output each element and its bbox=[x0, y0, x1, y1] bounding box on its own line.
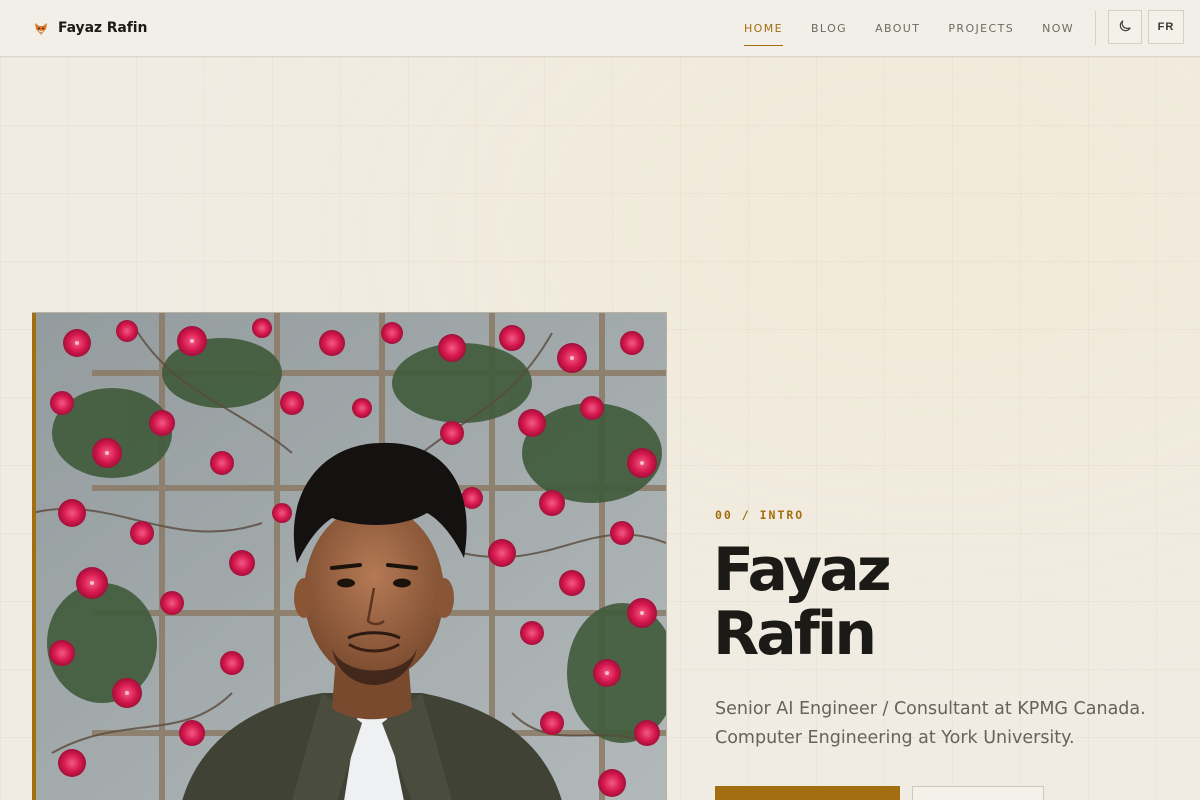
main-nav: HOME BLOG ABOUT PROJECTS NOW bbox=[730, 0, 1088, 56]
section-eyebrow: 00 / INTRO bbox=[715, 508, 805, 522]
secondary-cta-button[interactable] bbox=[912, 786, 1044, 800]
hero-portrait bbox=[32, 312, 667, 800]
tagline-education: Computer Engineering at York University. bbox=[715, 728, 1075, 748]
nav-item-blog[interactable]: BLOG bbox=[811, 16, 847, 41]
site-header: Fayaz Rafin HOME BLOG ABOUT PROJECTS NOW… bbox=[0, 0, 1200, 57]
brand-link[interactable]: Fayaz Rafin bbox=[34, 17, 147, 39]
theme-toggle-button[interactable] bbox=[1108, 10, 1142, 44]
hero-tagline: Senior AI Engineer / Consultant at KPMG … bbox=[715, 695, 1185, 753]
brand-name: Fayaz Rafin bbox=[58, 20, 148, 36]
primary-cta-button[interactable] bbox=[715, 786, 900, 800]
nav-item-now[interactable]: NOW bbox=[1042, 16, 1074, 41]
hero-name: Fayaz Rafin bbox=[713, 535, 892, 669]
nav-item-projects[interactable]: PROJECTS bbox=[948, 16, 1014, 41]
language-toggle-button[interactable]: FR bbox=[1148, 10, 1184, 44]
tagline-role: Senior AI Engineer / Consultant at KPMG … bbox=[715, 699, 1146, 719]
nav-item-about[interactable]: ABOUT bbox=[875, 16, 920, 41]
nav-item-home[interactable]: HOME bbox=[744, 16, 783, 46]
hero-name-first: Fayaz bbox=[713, 535, 892, 605]
portrait-accent-bar bbox=[32, 313, 36, 800]
fox-icon bbox=[34, 21, 48, 35]
portrait-image bbox=[32, 313, 666, 800]
nav-divider bbox=[1095, 11, 1096, 45]
moon-icon bbox=[1118, 19, 1132, 36]
hero-name-last: Rafin bbox=[713, 599, 877, 669]
